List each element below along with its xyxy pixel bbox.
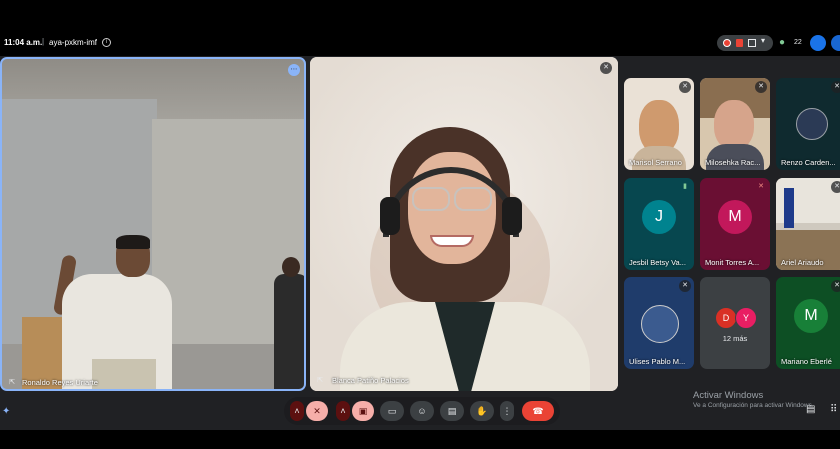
- grid-tile[interactable]: M ✕ Mariano Eberlé: [776, 277, 840, 369]
- top-band: [0, 0, 840, 30]
- participant-name: Jesbil Betsy Va...: [629, 258, 686, 267]
- pin-icon[interactable]: ⇱: [314, 375, 326, 387]
- emoji-button[interactable]: ☺: [410, 401, 434, 421]
- mic-options-chevron-icon[interactable]: ˄: [290, 401, 304, 421]
- mic-off-icon: ✕: [755, 81, 767, 93]
- meeting-header: [0, 30, 840, 56]
- people-icon[interactable]: ●: [779, 37, 791, 49]
- grid-tile[interactable]: M ✕ Monit Torres A...: [700, 178, 770, 270]
- participant-name: Marisol Serrano: [629, 158, 682, 167]
- participant-name: Monit Torres A...: [705, 258, 760, 267]
- header-separator: |: [42, 37, 45, 46]
- grid-tile[interactable]: ✕ Ariel Ariaudo: [776, 178, 840, 270]
- speaker-video-tile[interactable]: ⋯ ⇱ Ronaldo Reyes Uriarte: [0, 57, 306, 391]
- more-participants-label: 12 más: [722, 334, 748, 343]
- avatar: D: [715, 307, 737, 329]
- grid-tile[interactable]: ✕ Renzo Carden...: [776, 78, 840, 170]
- participant-name: Milosehka Rac...: [705, 158, 761, 167]
- leave-call-button[interactable]: ☎: [522, 401, 554, 421]
- speaker-hair: [116, 235, 150, 249]
- photographer: [274, 274, 304, 389]
- mic-off-icon: ✕: [758, 183, 764, 190]
- pin-icon[interactable]: ⇱: [6, 377, 18, 389]
- grid-tile[interactable]: ✕ Marisol Serrano: [624, 78, 694, 170]
- participant-name: Ulises Pablo M...: [629, 357, 686, 366]
- raise-hand-button[interactable]: ✋: [470, 401, 494, 421]
- present-button[interactable]: ▤: [440, 401, 464, 421]
- mic-off-icon: ✕: [679, 81, 691, 93]
- participant-video-tile[interactable]: ✕ ⇱ Blanca Patiño Palacios: [310, 57, 618, 391]
- participant-photo: [796, 108, 828, 140]
- host-avatar[interactable]: [810, 35, 826, 51]
- flag: [784, 188, 794, 228]
- participant-count: 22: [794, 39, 802, 46]
- photographer-head: [282, 257, 300, 277]
- avatar: Y: [735, 307, 757, 329]
- participant-name: Blanca Patiño Palacios: [332, 376, 409, 385]
- headset-earcup-left: [380, 197, 400, 235]
- mic-off-icon: ✕: [831, 181, 840, 193]
- meeting-controls: ˄ ✕ ˄ ▣ ▭ ☺ ▤ ✋ ⋮ ☎: [284, 397, 560, 425]
- grid-tile[interactable]: ✕ Ulises Pablo M...: [624, 277, 694, 369]
- participant-photo: [641, 305, 679, 343]
- avatar: M: [794, 298, 828, 333]
- participant-name: Mariano Eberlé: [781, 357, 832, 366]
- participant-name: Ariel Ariaudo: [781, 258, 824, 267]
- info-icon[interactable]: i: [102, 38, 111, 47]
- more-options-button[interactable]: ⋮: [500, 401, 514, 421]
- chat-icon[interactable]: ▤: [806, 404, 815, 415]
- meeting-time: 11:04 a.m.: [4, 38, 43, 47]
- captions-button[interactable]: ▭: [380, 401, 404, 421]
- activities-icon[interactable]: ⠿: [830, 404, 837, 415]
- mic-off-icon: ✕: [831, 280, 840, 292]
- notes-icon: [748, 39, 756, 47]
- mic-off-icon: ✕: [679, 280, 691, 292]
- recording-indicator[interactable]: ▾: [717, 35, 773, 51]
- camera-toggle-button[interactable]: ▣: [352, 401, 374, 421]
- mic-off-icon: ✕: [600, 62, 612, 74]
- mic-off-icon: ✕: [831, 81, 840, 93]
- participant-photo: [714, 100, 754, 150]
- grid-tile[interactable]: ✕ Milosehka Rac...: [700, 78, 770, 170]
- mic-icon: ▮: [683, 183, 687, 190]
- avatar: J: [642, 199, 676, 234]
- bottom-band: [0, 430, 840, 449]
- speaking-indicator-icon: ⋯: [288, 64, 300, 76]
- headset-earcup-right: [502, 197, 522, 235]
- avatar: M: [718, 199, 752, 234]
- camera-options-chevron-icon[interactable]: ˄: [336, 401, 350, 421]
- record-icon: [723, 39, 731, 47]
- account-avatar[interactable]: [831, 35, 840, 51]
- speaker-pants: [92, 359, 156, 389]
- activation-watermark-subtitle: Ve a Configuración para activar Windows.: [693, 402, 814, 409]
- meeting-code[interactable]: aya-pxkm-imf: [49, 38, 97, 47]
- transcript-icon: [736, 39, 743, 47]
- participant-name: Renzo Carden...: [781, 158, 836, 167]
- more-participants-tile[interactable]: D Y 12 más: [700, 277, 770, 369]
- activation-watermark-title: Activar Windows: [693, 390, 764, 401]
- gemini-sparkle-icon[interactable]: ✦: [2, 406, 10, 417]
- speaker-name: Ronaldo Reyes Uriarte: [22, 378, 98, 387]
- chevron-down-icon: ▾: [761, 36, 766, 45]
- grid-tile[interactable]: J ▮ Jesbil Betsy Va...: [624, 178, 694, 270]
- mic-toggle-button[interactable]: ✕: [306, 401, 328, 421]
